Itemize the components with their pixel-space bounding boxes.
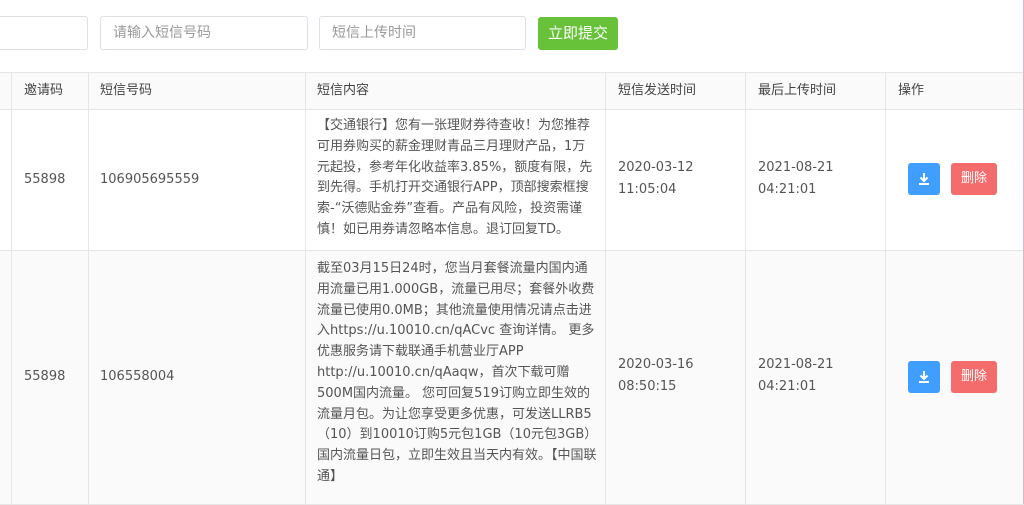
- column-divider: [88, 72, 89, 504]
- sms-content: 截至03月15日24时，您当月套餐流量内国内通用流量已用1.000GB，流量已用…: [317, 261, 597, 484]
- invite-code: 55898: [24, 369, 66, 384]
- filter-bar: 请输入短信号码 短信上传时间 立即提交: [0, 0, 1024, 70]
- upload-time: 04:21:01: [758, 379, 817, 394]
- header-invite-code: 邀请码: [24, 83, 64, 98]
- invite-code: 55898: [24, 172, 66, 187]
- table-row: 55898 106558004 截至03月15日24时，您当月套餐流量内国内通用…: [0, 251, 1024, 505]
- upload-time: 04:21:01: [758, 182, 817, 197]
- table-row: 55898 106905695559 【交通银行】您有一张理财券待查收！为您推荐…: [0, 108, 1024, 251]
- header-sms-content: 短信内容: [317, 83, 370, 98]
- sms-number: 106905695559: [100, 172, 200, 187]
- download-icon: [919, 371, 929, 383]
- submit-button[interactable]: 立即提交: [538, 17, 618, 50]
- column-divider: [745, 72, 746, 504]
- download-button[interactable]: [908, 163, 940, 195]
- delete-button[interactable]: 删除: [951, 163, 997, 195]
- table-header: 邀请码 短信号码 短信内容 短信发送时间 最后上传时间 操作: [0, 72, 1024, 110]
- column-divider: [305, 72, 306, 504]
- filter-input-1[interactable]: [0, 16, 88, 50]
- sms-content: 【交通银行】您有一张理财券待查收！为您推荐可用券购买的薪金理财青品三月理财产品，…: [317, 118, 593, 237]
- send-time: 11:05:04: [618, 182, 677, 197]
- send-date: 2020-03-16: [618, 357, 694, 372]
- send-date: 2020-03-12: [618, 160, 694, 175]
- header-send-time: 短信发送时间: [618, 83, 697, 98]
- column-divider: [605, 72, 606, 504]
- sms-number: 106558004: [100, 369, 175, 384]
- upload-date: 2021-08-21: [758, 357, 834, 372]
- delete-button[interactable]: 删除: [951, 361, 997, 393]
- header-sms-number: 短信号码: [100, 83, 153, 98]
- upload-date: 2021-08-21: [758, 160, 834, 175]
- download-button[interactable]: [908, 361, 940, 393]
- header-upload-time: 最后上传时间: [758, 83, 837, 98]
- column-divider: [11, 72, 12, 504]
- header-actions: 操作: [898, 83, 925, 98]
- upload-time-input[interactable]: 短信上传时间: [319, 16, 526, 50]
- download-icon: [919, 173, 929, 185]
- column-divider: [885, 72, 886, 504]
- send-time: 08:50:15: [618, 379, 677, 394]
- sms-number-input[interactable]: 请输入短信号码: [100, 16, 308, 50]
